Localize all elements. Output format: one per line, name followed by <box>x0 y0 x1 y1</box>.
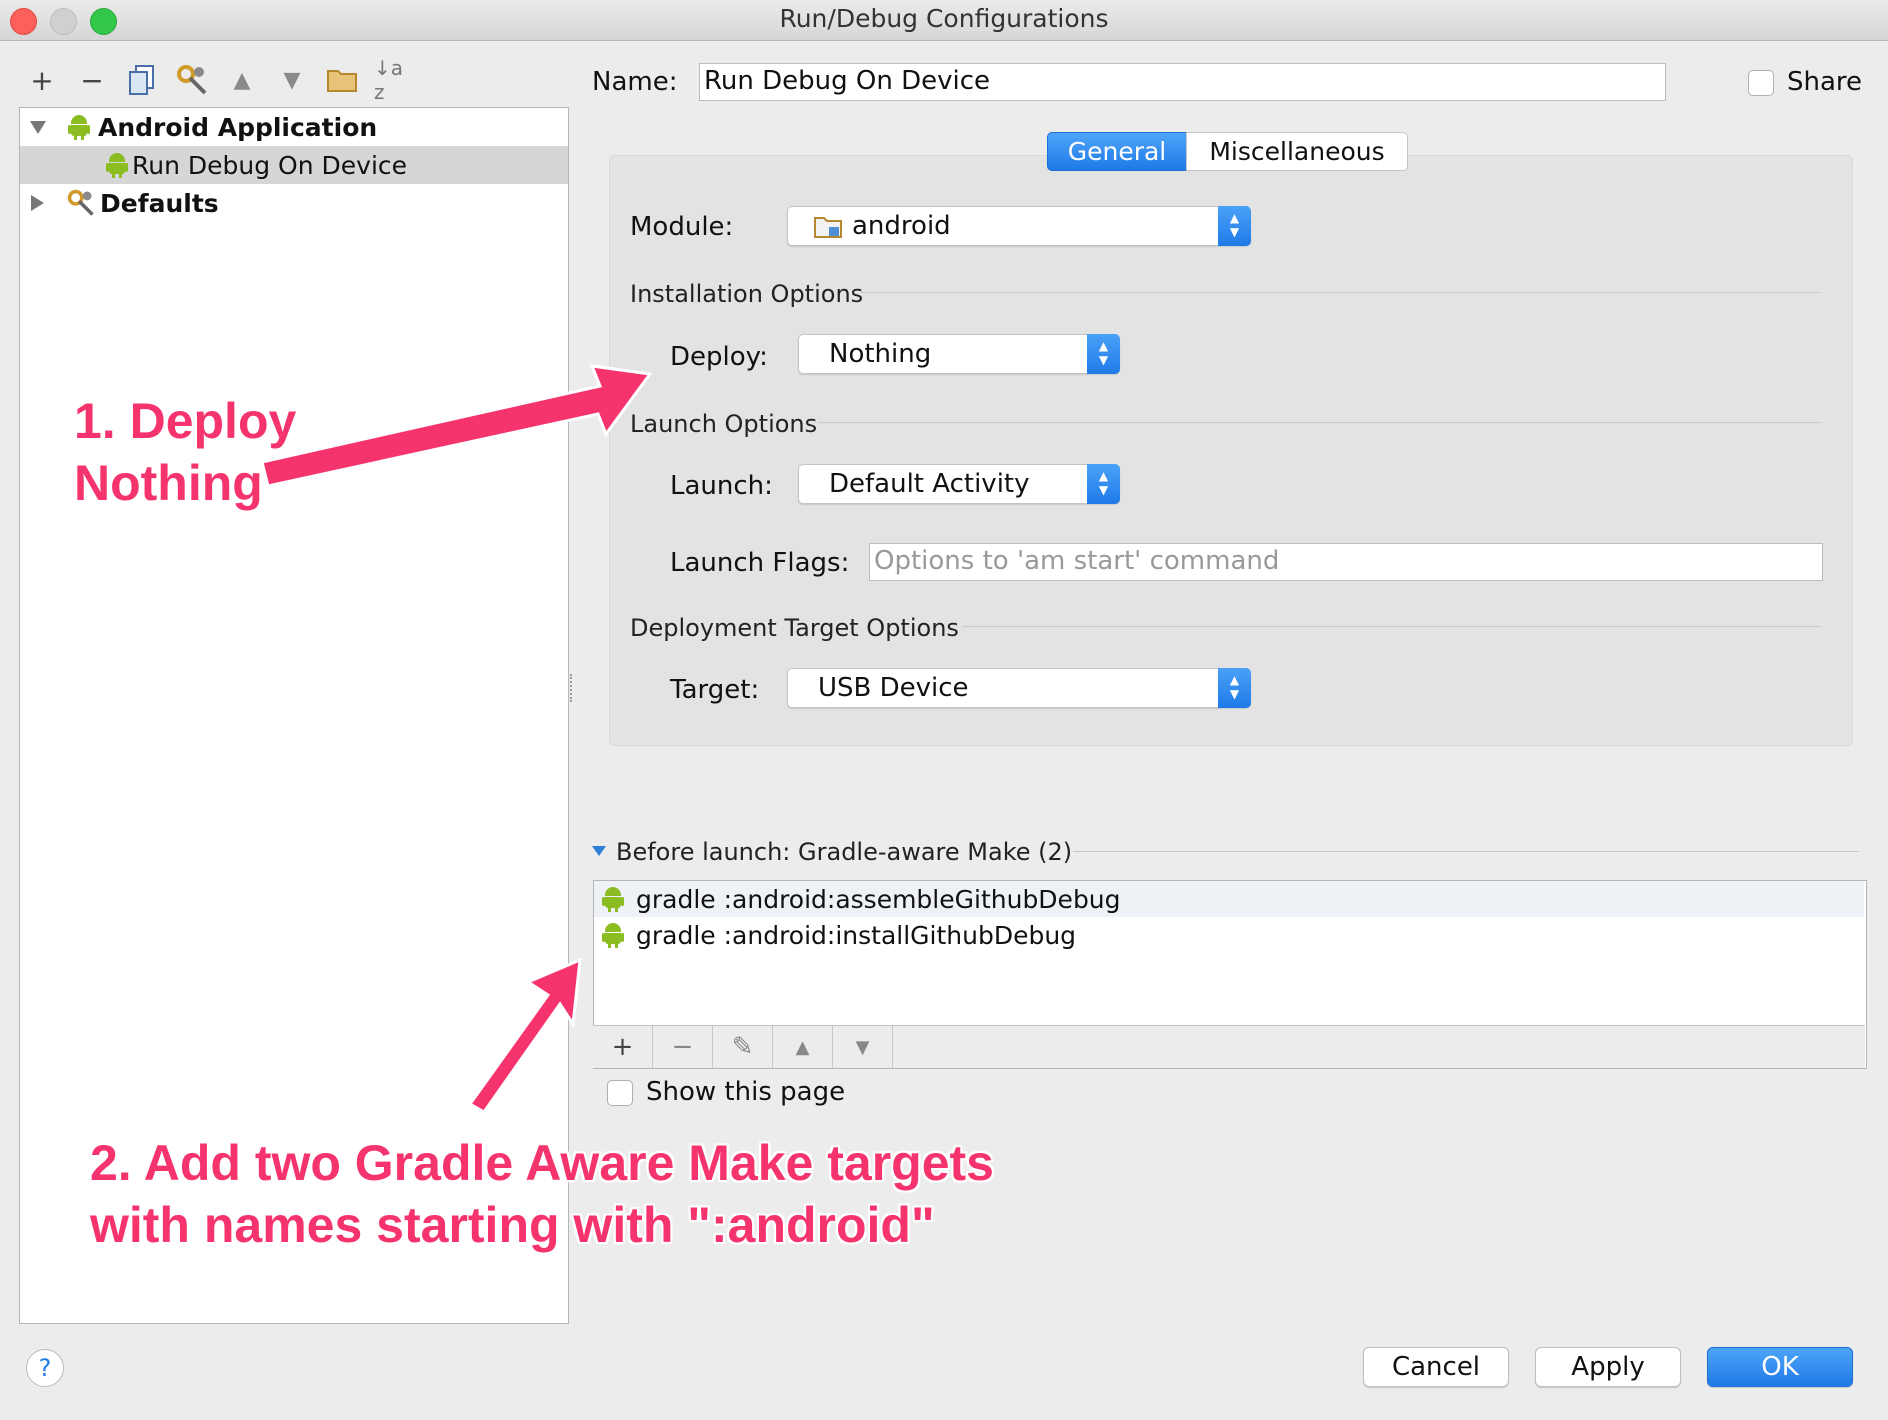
arrow-to-deploy <box>260 364 653 488</box>
annotation-step2-line2: with names starting with ":android" <box>90 1197 935 1253</box>
annotation-step2-line1: 2. Add two Gradle Aware Make targets <box>90 1135 994 1191</box>
annotation-step1: 1. Deploy Nothing <box>74 390 296 514</box>
arrow-to-task-list <box>467 957 582 1114</box>
annotation-step2: 2. Add two Gradle Aware Make targets wit… <box>90 1132 994 1256</box>
annotation-step1-line2: Nothing <box>74 455 263 511</box>
annotation-step1-line1: 1. Deploy <box>74 393 297 449</box>
